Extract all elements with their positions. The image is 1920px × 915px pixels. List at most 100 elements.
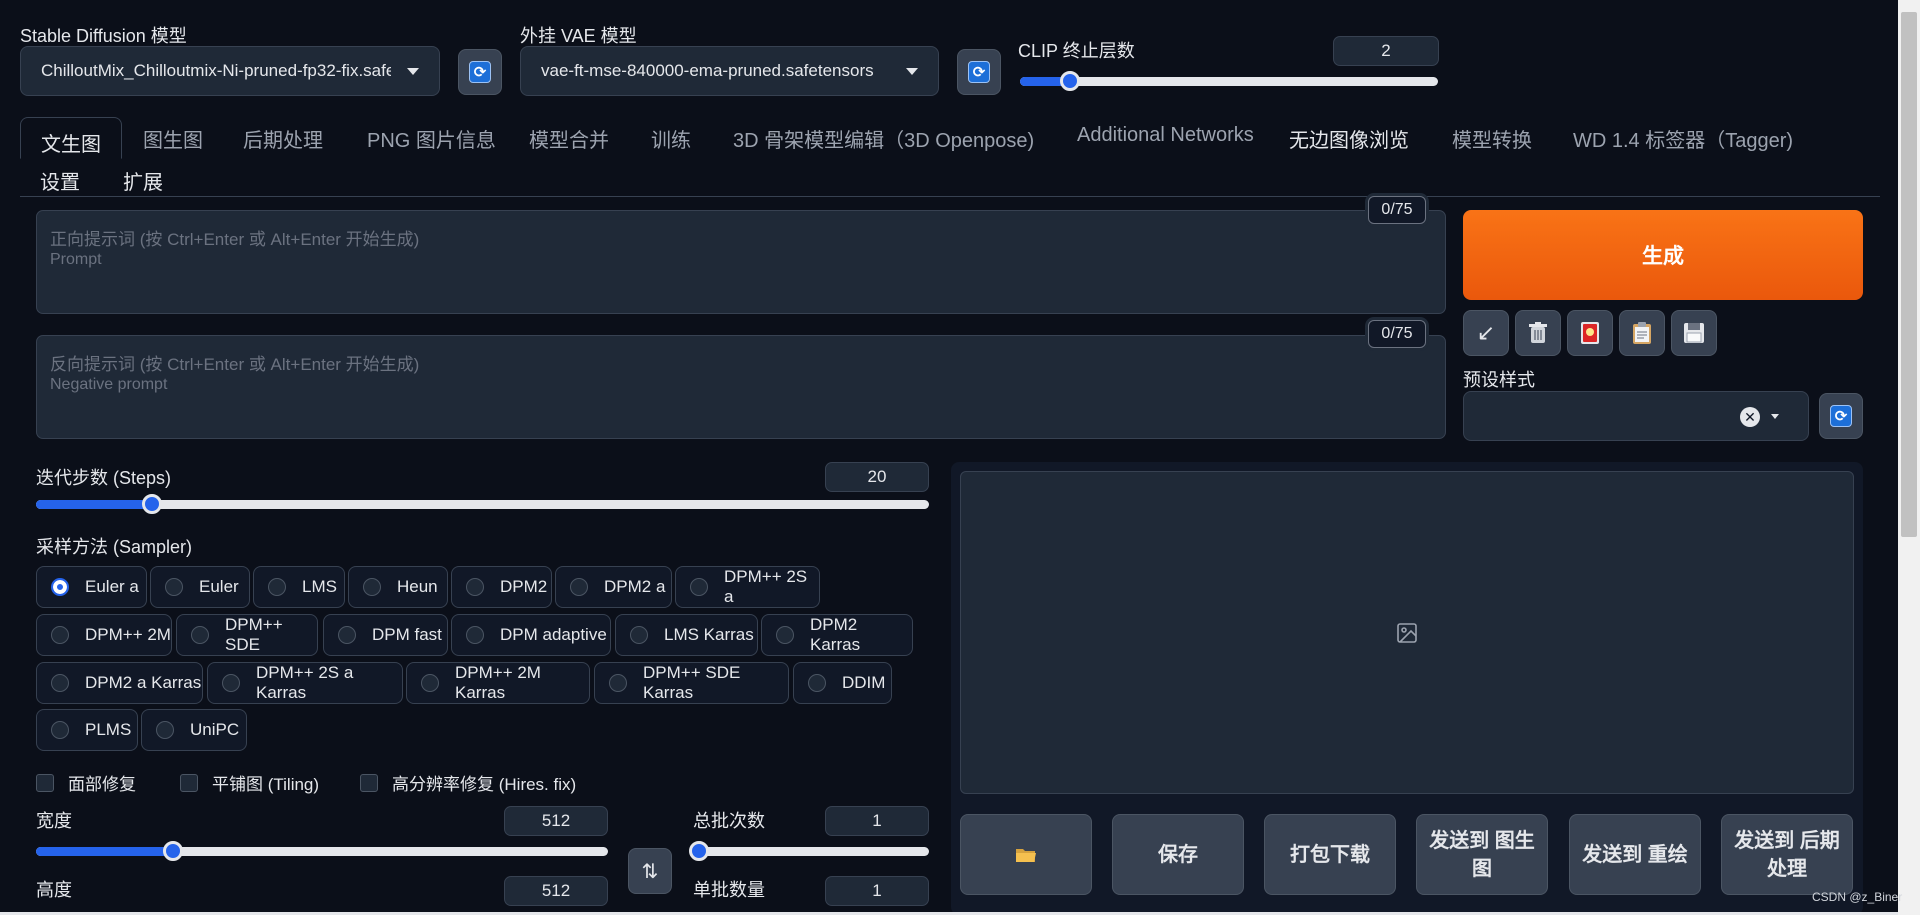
width-input[interactable]: 512: [504, 806, 608, 836]
image-gallery[interactable]: [960, 471, 1854, 794]
sampler-option[interactable]: DPM2 a Karras: [36, 662, 203, 704]
checkbox-box[interactable]: [180, 773, 198, 792]
refresh-vae-button[interactable]: ⟳: [957, 49, 1001, 95]
sampler-option[interactable]: Euler: [150, 566, 250, 608]
radio-button[interactable]: [156, 721, 174, 739]
refresh-sd-model-button[interactable]: ⟳: [458, 49, 502, 95]
checkbox-label: 面部修复: [68, 775, 136, 794]
radio-button[interactable]: [51, 674, 69, 692]
tab-7[interactable]: Additional Networks: [1077, 124, 1254, 147]
styles-dropdown[interactable]: ✕: [1463, 391, 1809, 441]
tab-6[interactable]: 3D 骨架模型编辑（3D Openpose): [733, 124, 1034, 153]
sampler-option[interactable]: DPM adaptive: [451, 614, 611, 656]
sampler-option[interactable]: DPM2 Karras: [761, 614, 913, 656]
negative-prompt-textarea[interactable]: 反向提示词 (按 Ctrl+Enter 或 Alt+Enter 开始生成) Ne…: [36, 335, 1446, 439]
slider-handle[interactable]: [1060, 71, 1081, 91]
radio-button[interactable]: [363, 578, 381, 596]
swap-dimensions-button[interactable]: ⇅: [628, 848, 672, 894]
radio-button[interactable]: [570, 578, 588, 596]
radio-button[interactable]: [191, 626, 209, 644]
tab-5[interactable]: 训练: [651, 124, 691, 153]
tab-12[interactable]: 扩展: [123, 166, 163, 195]
prompt-textarea[interactable]: 正向提示词 (按 Ctrl+Enter 或 Alt+Enter 开始生成) Pr…: [36, 210, 1446, 314]
tab-8[interactable]: 无边图像浏览: [1289, 124, 1409, 153]
radio-button[interactable]: [609, 674, 627, 692]
radio-button[interactable]: [51, 626, 69, 644]
sampler-option[interactable]: DPM++ 2S a: [675, 566, 820, 608]
clear-icon[interactable]: ✕: [1740, 407, 1760, 427]
sampler-option[interactable]: PLMS: [36, 709, 138, 751]
open-folder-button[interactable]: [960, 814, 1092, 895]
read-params-button[interactable]: ↙: [1463, 310, 1509, 356]
radio-button[interactable]: [466, 578, 484, 596]
sampler-option[interactable]: DDIM: [793, 662, 892, 704]
clear-prompt-button[interactable]: [1515, 310, 1561, 356]
clip-skip-input[interactable]: 2: [1333, 36, 1439, 66]
tab-11[interactable]: 设置: [40, 166, 80, 195]
tiling-checkbox[interactable]: 平铺图 (Tiling): [180, 770, 319, 795]
checkbox-box[interactable]: [360, 773, 378, 792]
radio-button[interactable]: [165, 578, 183, 596]
radio-button[interactable]: [222, 674, 240, 692]
vae-dropdown[interactable]: vae-ft-mse-840000-ema-pruned.safetensors: [520, 46, 939, 96]
tab-9[interactable]: 模型转换: [1452, 124, 1532, 153]
slider-handle[interactable]: [689, 841, 709, 861]
apply-style-button[interactable]: [1619, 310, 1665, 356]
sampler-option[interactable]: DPM++ SDE: [176, 614, 318, 656]
width-slider[interactable]: [36, 841, 608, 861]
sampler-option[interactable]: DPM++ 2M: [36, 614, 172, 656]
radio-button[interactable]: [51, 578, 69, 596]
radio-button[interactable]: [808, 674, 826, 692]
batch-count-input[interactable]: 1: [825, 806, 929, 836]
scrollbar-track[interactable]: [1898, 0, 1920, 915]
sampler-option[interactable]: DPM++ 2M Karras: [406, 662, 590, 704]
tab-10[interactable]: WD 1.4 标签器（Tagger): [1573, 124, 1793, 153]
radio-button[interactable]: [268, 578, 286, 596]
generate-button[interactable]: 生成: [1463, 210, 1863, 300]
sampler-option[interactable]: DPM++ 2S a Karras: [207, 662, 403, 704]
batch-size-input[interactable]: 1: [825, 876, 929, 906]
send-to-img2img-button[interactable]: 发送到 图生图: [1416, 814, 1548, 895]
radio-button[interactable]: [690, 578, 708, 596]
steps-slider[interactable]: [36, 494, 929, 514]
batch-count-slider[interactable]: [689, 841, 929, 861]
slider-handle[interactable]: [142, 494, 163, 514]
tab-0[interactable]: 文生图: [20, 117, 122, 159]
sampler-option[interactable]: LMS: [253, 566, 345, 608]
send-to-inpaint-button[interactable]: 发送到 重绘: [1569, 814, 1701, 895]
radio-button[interactable]: [630, 626, 648, 644]
scrollbar-thumb[interactable]: [1901, 12, 1917, 537]
sampler-option[interactable]: DPM++ SDE Karras: [594, 662, 789, 704]
save-button[interactable]: 保存: [1112, 814, 1244, 895]
radio-button[interactable]: [338, 626, 356, 644]
sampler-option[interactable]: DPM fast: [323, 614, 448, 656]
sampler-option[interactable]: Heun: [348, 566, 448, 608]
sampler-option[interactable]: Euler a: [36, 566, 147, 608]
hires-fix-checkbox[interactable]: 高分辨率修复 (Hires. fix): [360, 770, 576, 795]
height-input[interactable]: 512: [504, 876, 608, 906]
radio-button[interactable]: [776, 626, 794, 644]
sampler-option[interactable]: DPM2 a: [555, 566, 672, 608]
tab-4[interactable]: 模型合并: [529, 124, 609, 153]
steps-input[interactable]: 20: [825, 462, 929, 492]
sampler-option[interactable]: LMS Karras: [615, 614, 758, 656]
slider-handle[interactable]: [163, 841, 184, 861]
sampler-option[interactable]: DPM2: [451, 566, 552, 608]
prompt-placeholder-en: Prompt: [50, 251, 102, 268]
extra-networks-button[interactable]: [1567, 310, 1613, 356]
radio-button[interactable]: [51, 721, 69, 739]
refresh-styles-button[interactable]: ⟳: [1819, 393, 1863, 439]
sampler-option[interactable]: UniPC: [141, 709, 247, 751]
checkbox-box[interactable]: [36, 773, 54, 792]
tab-3[interactable]: PNG 图片信息: [367, 124, 496, 153]
send-to-extras-button[interactable]: 发送到 后期处理: [1721, 814, 1853, 895]
restore-faces-checkbox[interactable]: 面部修复: [36, 770, 136, 795]
zip-download-button[interactable]: 打包下载: [1264, 814, 1396, 895]
sd-model-dropdown[interactable]: ChilloutMix_Chilloutmix-Ni-pruned-fp32-f…: [20, 46, 440, 96]
radio-button[interactable]: [421, 674, 439, 692]
save-style-button[interactable]: [1671, 310, 1717, 356]
radio-button[interactable]: [466, 626, 484, 644]
tab-1[interactable]: 图生图: [143, 124, 203, 153]
clip-skip-slider[interactable]: [1020, 71, 1438, 91]
tab-2[interactable]: 后期处理: [243, 124, 323, 153]
